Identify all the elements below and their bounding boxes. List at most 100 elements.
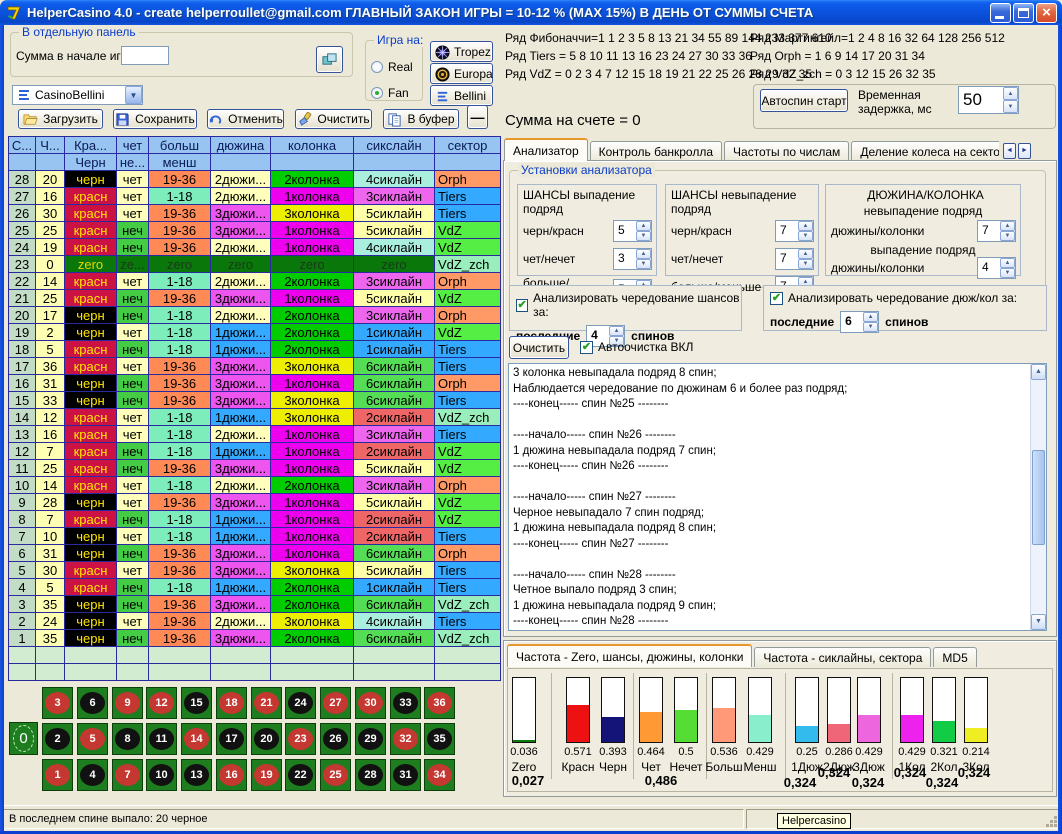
- table-row[interactable]: 2716краснчет1-182дюжи...1колонка3сиклайн…: [9, 188, 501, 205]
- roulette-cell-36[interactable]: 36: [424, 687, 455, 719]
- roulette-cell-21[interactable]: 21: [251, 687, 282, 719]
- casino-button-bellini[interactable]: Bellini: [430, 85, 493, 106]
- spinner-down-icon[interactable]: ▼: [1003, 100, 1018, 113]
- radio-icon[interactable]: [371, 87, 383, 99]
- roulette-cell-23[interactable]: 23: [285, 723, 316, 755]
- table-row[interactable]: 185красннеч1-181дюжи...2колонка1сиклайнT…: [9, 341, 501, 358]
- column-header[interactable]: Кра...: [65, 137, 117, 154]
- table-row[interactable]: 1125красннеч19-363дюжи...1колонка5сиклай…: [9, 460, 501, 477]
- table-row[interactable]: 2017черннеч1-182дюжи...2колонка3сиклайнO…: [9, 307, 501, 324]
- spinner-up-icon[interactable]: ▲: [1003, 87, 1018, 100]
- column-header[interactable]: менш: [149, 154, 211, 171]
- roulette-cell-29[interactable]: 29: [355, 723, 386, 755]
- dozen-miss-spinner[interactable]: 7▲▼: [977, 220, 1016, 242]
- roulette-cell-11[interactable]: 11: [146, 723, 177, 755]
- column-header[interactable]: [9, 154, 36, 171]
- detach-panel-button[interactable]: [316, 46, 343, 73]
- spinner-up-icon[interactable]: ▲: [863, 312, 878, 322]
- spinner-down-icon[interactable]: ▼: [1000, 268, 1015, 278]
- radio-icon[interactable]: [371, 61, 383, 73]
- table-row[interactable]: 1412краснчет1-181дюжи...3колонка2сиклайн…: [9, 409, 501, 426]
- roulette-cell-32[interactable]: 32: [390, 723, 421, 755]
- button-2-save[interactable]: Сохранить: [113, 109, 197, 129]
- roulette-cell-13[interactable]: 13: [181, 759, 212, 791]
- clear-log-button[interactable]: Очистить: [509, 336, 569, 359]
- analyze-dozen-checkbox[interactable]: ✔: [770, 292, 783, 305]
- table-row[interactable]: 928чернчет19-363дюжи...1колонка5сиклайнV…: [9, 494, 501, 511]
- roulette-cell-19[interactable]: 19: [251, 759, 282, 791]
- collapse-button[interactable]: —: [467, 105, 488, 129]
- roulette-cell-35[interactable]: 35: [424, 723, 455, 755]
- casino-combobox[interactable]: CasinoBellini ▼: [12, 85, 143, 105]
- spinner-up-icon[interactable]: ▲: [636, 249, 651, 259]
- maximize-button[interactable]: [1013, 3, 1034, 23]
- chevron-down-icon[interactable]: ▼: [125, 86, 142, 104]
- roulette-cell-1[interactable]: 1: [42, 759, 73, 791]
- column-header[interactable]: сикслайн: [354, 137, 435, 154]
- table-row[interactable]: 135черннеч19-363дюжи...2колонка6сиклайнV…: [9, 630, 501, 647]
- spinner-down-icon[interactable]: ▼: [636, 231, 651, 241]
- column-header[interactable]: Ч...: [36, 137, 65, 154]
- column-header[interactable]: колонка: [271, 137, 354, 154]
- spinner-down-icon[interactable]: ▼: [798, 231, 813, 241]
- roulette-cell-18[interactable]: 18: [216, 687, 247, 719]
- spinner-down-icon[interactable]: ▼: [636, 259, 651, 269]
- table-row[interactable]: 45красннеч1-181дюжи...2колонка1сиклайнTi…: [9, 579, 501, 596]
- roulette-cell-22[interactable]: 22: [285, 759, 316, 791]
- roulette-cell-24[interactable]: 24: [285, 687, 316, 719]
- close-button[interactable]: ×: [1036, 3, 1057, 23]
- setting-spinner[interactable]: 5▲▼: [613, 220, 652, 242]
- roulette-cell-10[interactable]: 10: [146, 759, 177, 791]
- button-5-copy[interactable]: В буфер: [383, 109, 459, 129]
- table-row[interactable]: 2820чернчет19-362дюжи...2колонка4сиклайн…: [9, 171, 501, 188]
- column-header[interactable]: [271, 154, 354, 171]
- roulette-cell-6[interactable]: 6: [77, 687, 108, 719]
- start-sum-input[interactable]: [121, 46, 169, 65]
- roulette-cell-30[interactable]: 30: [355, 687, 386, 719]
- tab-main-4[interactable]: Деление колеса на сектора: [851, 141, 999, 161]
- table-row[interactable]: 1316краснчет1-182дюжи...1колонка3сиклайн…: [9, 426, 501, 443]
- setting-spinner[interactable]: 3▲▼: [613, 248, 652, 270]
- roulette-cell-31[interactable]: 31: [390, 759, 421, 791]
- table-row[interactable]: 192чернчет1-181дюжи...2колонка1сиклайнVd…: [9, 324, 501, 341]
- roulette-cell-4[interactable]: 4: [77, 759, 108, 791]
- column-header[interactable]: [354, 154, 435, 171]
- delay-spinner[interactable]: 50▲▼: [958, 86, 1019, 114]
- tab-freq-2[interactable]: Частота - сиклайны, сектора: [754, 647, 931, 667]
- table-row[interactable]: 1736краснчет19-363дюжи...3колонка6сиклай…: [9, 358, 501, 375]
- dozen-hit-spinner[interactable]: 4▲▼: [977, 257, 1016, 279]
- column-header[interactable]: больш: [149, 137, 211, 154]
- tab-main-2[interactable]: Контроль банкролла: [590, 141, 722, 161]
- autoclear-checkbox[interactable]: ✔: [580, 341, 593, 354]
- table-row[interactable]: 2214краснчет1-182дюжи...2колонка3сиклайн…: [9, 273, 501, 290]
- tab-main-1[interactable]: Анализатор: [504, 138, 588, 161]
- table-row[interactable]: 224чернчет19-362дюжи...3колонка4сиклайнT…: [9, 613, 501, 630]
- spinner-up-icon[interactable]: ▲: [609, 326, 624, 336]
- roulette-cell-5[interactable]: 5: [77, 723, 108, 755]
- roulette-cell-3[interactable]: 3: [42, 687, 73, 719]
- delay-spinner[interactable]: 50▲▼: [958, 86, 1019, 114]
- roulette-cell-34[interactable]: 34: [424, 759, 455, 791]
- roulette-cell-28[interactable]: 28: [355, 759, 386, 791]
- column-header[interactable]: чет: [117, 137, 149, 154]
- roulette-cell-0[interactable]: 0: [9, 722, 38, 755]
- button-3-undo[interactable]: Отменить: [207, 109, 284, 129]
- table-row[interactable]: 710чернчет1-181дюжи...1колонка2сиклайнTi…: [9, 528, 501, 545]
- roulette-cell-20[interactable]: 20: [251, 723, 282, 755]
- column-header[interactable]: сектор: [435, 137, 501, 154]
- spinner-up-icon[interactable]: ▲: [636, 221, 651, 231]
- table-row[interactable]: 530краснчет19-363дюжи...3колонка5сиклайн…: [9, 562, 501, 579]
- scroll-up-icon[interactable]: ▲: [1031, 364, 1046, 380]
- spinner-up-icon[interactable]: ▲: [798, 249, 813, 259]
- spinner-up-icon[interactable]: ▲: [798, 221, 813, 231]
- casino-button-europa[interactable]: Europa: [430, 63, 493, 84]
- spinner-down-icon[interactable]: ▼: [863, 322, 878, 332]
- roulette-cell-9[interactable]: 9: [112, 687, 143, 719]
- roulette-cell-17[interactable]: 17: [216, 723, 247, 755]
- column-header[interactable]: [435, 154, 501, 171]
- table-row[interactable]: 631черннеч19-363дюжи...1колонка6сиклайнO…: [9, 545, 501, 562]
- roulette-cell-26[interactable]: 26: [320, 723, 351, 755]
- radio-fan[interactable]: Fan: [371, 80, 421, 106]
- roulette-cell-8[interactable]: 8: [112, 723, 143, 755]
- column-header[interactable]: [211, 154, 271, 171]
